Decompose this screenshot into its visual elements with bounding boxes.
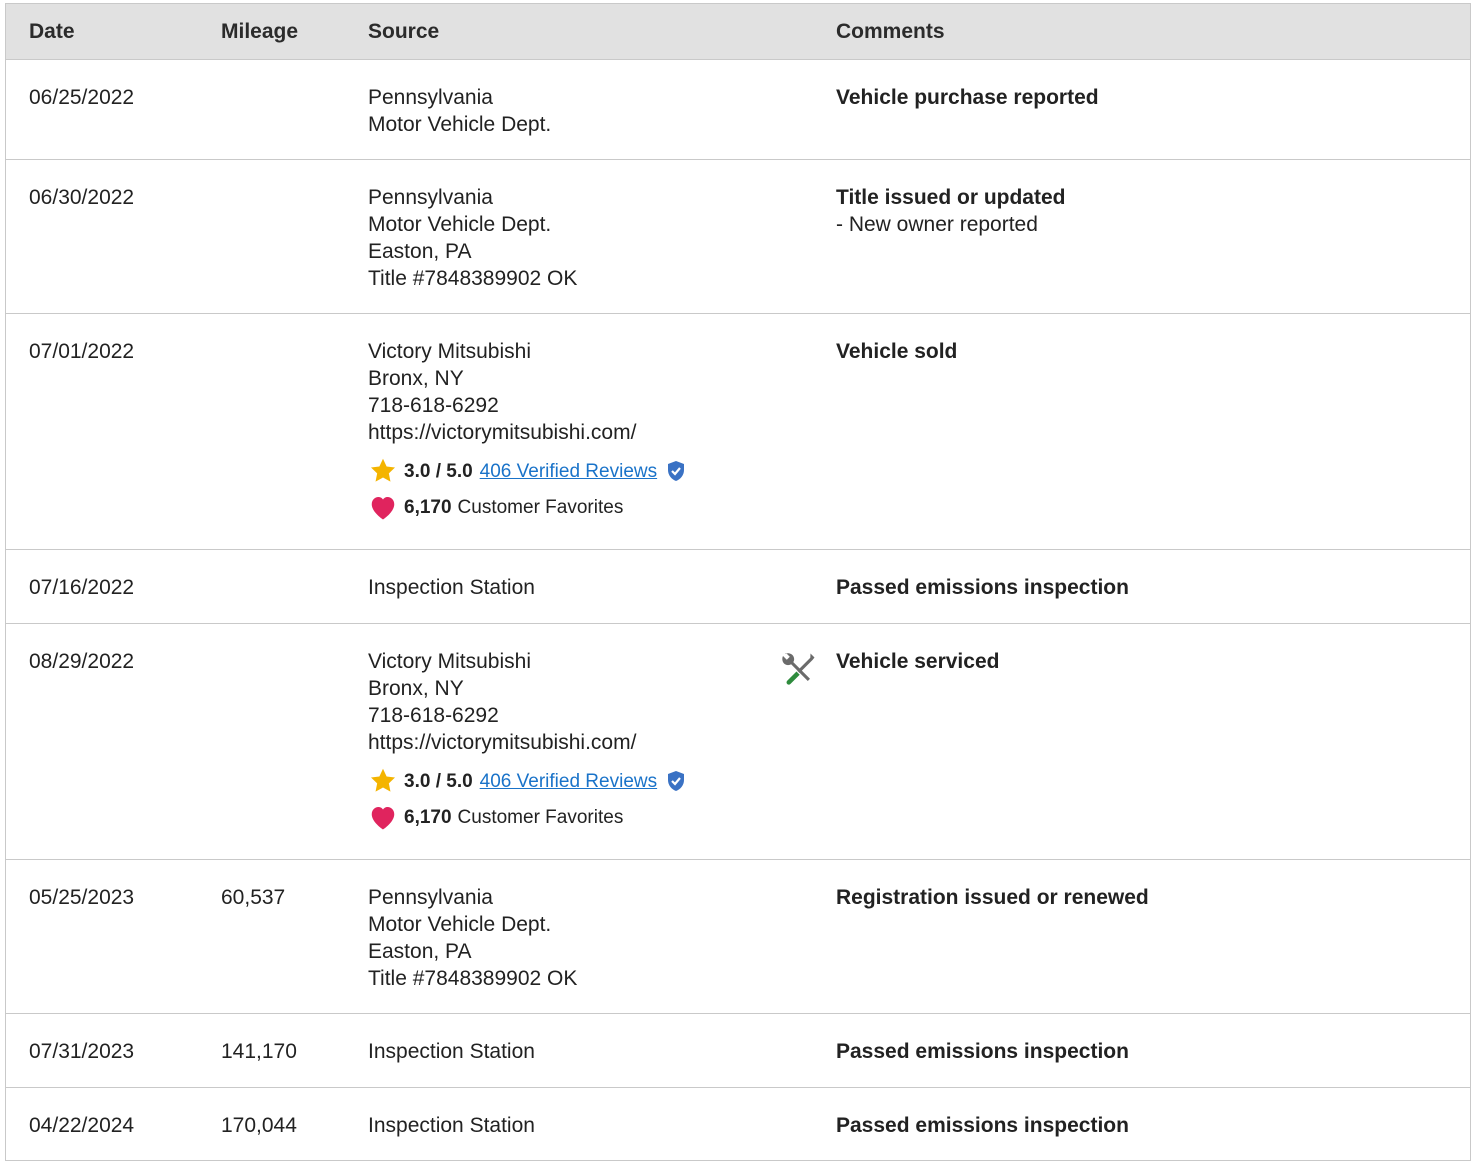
source-line: Pennsylvania bbox=[368, 86, 493, 109]
comment-title: Passed emissions inspection bbox=[836, 576, 1129, 599]
row-comments: Passed emissions inspection bbox=[836, 1112, 1470, 1139]
row-source: Pennsylvania Motor Vehicle Dept. bbox=[368, 84, 751, 138]
row-comments: Title issued or updated - New owner repo… bbox=[836, 184, 1470, 238]
comment-note: - New owner reported bbox=[836, 213, 1038, 236]
header-date: Date bbox=[29, 20, 75, 43]
row-date: 07/01/2022 bbox=[29, 340, 135, 363]
favorites-label: Customer Favorites bbox=[457, 496, 624, 518]
table-row: 06/25/2022 Pennsylvania Motor Vehicle De… bbox=[6, 60, 1470, 160]
row-date: 07/16/2022 bbox=[29, 576, 135, 599]
dealer-rating: 3.0 / 5.0 406 Verified Reviews bbox=[368, 458, 751, 484]
row-comments: Passed emissions inspection bbox=[836, 1038, 1470, 1065]
table-row: 07/01/2022 Victory Mitsubishi Bronx, NY … bbox=[6, 314, 1470, 550]
row-comments: Registration issued or renewed bbox=[836, 884, 1470, 911]
comment-title: Vehicle serviced bbox=[836, 650, 1000, 673]
verified-reviews-link[interactable]: 406 Verified Reviews bbox=[480, 768, 657, 795]
comment-title: Registration issued or renewed bbox=[836, 886, 1149, 909]
row-source: Pennsylvania Motor Vehicle Dept. Easton,… bbox=[368, 884, 751, 992]
row-date: 07/31/2023 bbox=[29, 1040, 135, 1063]
source-line: Motor Vehicle Dept. bbox=[368, 213, 552, 236]
source-line: Inspection Station bbox=[368, 576, 535, 599]
rating-value: 3.0 / 5.0 bbox=[404, 460, 473, 482]
source-line: Victory Mitsubishi bbox=[368, 340, 531, 363]
row-mileage: 170,044 bbox=[221, 1114, 297, 1137]
source-line: Pennsylvania bbox=[368, 186, 493, 209]
source-line: Inspection Station bbox=[368, 1040, 535, 1063]
row-mileage: 60,537 bbox=[221, 886, 286, 909]
row-date: 04/22/2024 bbox=[29, 1114, 135, 1137]
verified-shield-icon bbox=[668, 771, 685, 791]
rating-value: 3.0 / 5.0 bbox=[404, 770, 473, 792]
table-row: 08/29/2022 Victory Mitsubishi Bronx, NY … bbox=[6, 624, 1470, 860]
row-source: Pennsylvania Motor Vehicle Dept. Easton,… bbox=[368, 184, 751, 292]
row-comments: Vehicle sold bbox=[836, 338, 1470, 365]
table-row: 04/22/2024 170,044 Inspection Station Pa… bbox=[6, 1088, 1470, 1161]
row-source: Victory Mitsubishi Bronx, NY 718-618-629… bbox=[368, 648, 751, 830]
source-line: Pennsylvania bbox=[368, 886, 493, 909]
comment-title: Title issued or updated bbox=[836, 186, 1066, 209]
heart-icon bbox=[371, 497, 395, 520]
source-line: Easton, PA bbox=[368, 240, 472, 263]
row-comments: Passed emissions inspection bbox=[836, 574, 1470, 601]
row-mileage: 141,170 bbox=[221, 1040, 297, 1063]
dealer-favorites: 6,170 Customer Favorites bbox=[368, 804, 751, 830]
header-comments: Comments bbox=[836, 20, 945, 43]
source-line: https://victorymitsubishi.com/ bbox=[368, 421, 637, 444]
table-row: 05/25/2023 60,537 Pennsylvania Motor Veh… bbox=[6, 860, 1470, 1014]
favorites-count: 6,170 bbox=[404, 806, 452, 828]
header-mileage: Mileage bbox=[221, 20, 299, 43]
star-icon bbox=[370, 768, 396, 792]
star-icon bbox=[370, 458, 396, 482]
service-tools-icon bbox=[782, 653, 815, 685]
table-row: 07/31/2023 141,170 Inspection Station Pa… bbox=[6, 1014, 1470, 1088]
source-line: Title #7848389902 OK bbox=[368, 267, 578, 290]
comment-title: Vehicle sold bbox=[836, 340, 958, 363]
source-line: Victory Mitsubishi bbox=[368, 650, 531, 673]
row-date: 08/29/2022 bbox=[29, 650, 135, 673]
source-line: Bronx, NY bbox=[368, 677, 464, 700]
row-source: Inspection Station bbox=[368, 574, 751, 601]
dealer-favorites: 6,170 Customer Favorites bbox=[368, 494, 751, 520]
source-line: Title #7848389902 OK bbox=[368, 967, 578, 990]
row-date: 06/30/2022 bbox=[29, 186, 135, 209]
source-line: Easton, PA bbox=[368, 940, 472, 963]
comment-title: Passed emissions inspection bbox=[836, 1040, 1129, 1063]
row-source: Inspection Station bbox=[368, 1038, 751, 1065]
row-icon-cell bbox=[751, 648, 836, 690]
table-row: 07/16/2022 Inspection Station Passed emi… bbox=[6, 550, 1470, 624]
source-line: Motor Vehicle Dept. bbox=[368, 113, 552, 136]
comment-title: Vehicle purchase reported bbox=[836, 86, 1099, 109]
row-comments: Vehicle serviced bbox=[836, 648, 1470, 675]
source-line: Bronx, NY bbox=[368, 367, 464, 390]
table-header: Date Mileage Source Comments bbox=[6, 3, 1470, 60]
row-date: 06/25/2022 bbox=[29, 86, 135, 109]
row-source: Inspection Station bbox=[368, 1112, 751, 1139]
dealer-rating: 3.0 / 5.0 406 Verified Reviews bbox=[368, 768, 751, 794]
source-line: 718-618-6292 bbox=[368, 394, 499, 417]
header-source: Source bbox=[368, 20, 440, 43]
row-source: Victory Mitsubishi Bronx, NY 718-618-629… bbox=[368, 338, 751, 520]
comment-title: Passed emissions inspection bbox=[836, 1114, 1129, 1137]
source-line: Inspection Station bbox=[368, 1114, 535, 1137]
heart-icon bbox=[371, 807, 395, 830]
favorites-label: Customer Favorites bbox=[457, 806, 624, 828]
source-line: https://victorymitsubishi.com/ bbox=[368, 731, 637, 754]
table-row: 06/30/2022 Pennsylvania Motor Vehicle De… bbox=[6, 160, 1470, 314]
source-line: 718-618-6292 bbox=[368, 704, 499, 727]
favorites-count: 6,170 bbox=[404, 496, 452, 518]
verified-reviews-link[interactable]: 406 Verified Reviews bbox=[480, 458, 657, 485]
row-comments: Vehicle purchase reported bbox=[836, 84, 1470, 111]
row-date: 05/25/2023 bbox=[29, 886, 135, 909]
source-line: Motor Vehicle Dept. bbox=[368, 913, 552, 936]
vehicle-history-table: Date Mileage Source Comments 06/25/2022 … bbox=[5, 3, 1471, 1161]
verified-shield-icon bbox=[668, 461, 685, 481]
